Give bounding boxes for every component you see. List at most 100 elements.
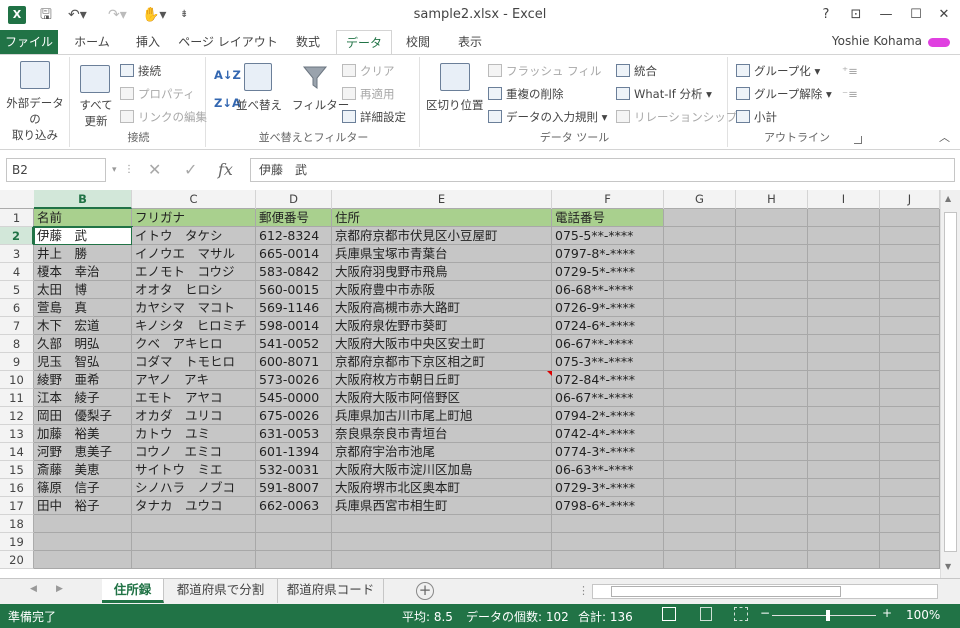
row-header-18[interactable]: 18: [0, 515, 34, 533]
vertical-scrollbar[interactable]: ▲ ▼: [940, 190, 960, 578]
cell-e1[interactable]: 住所: [332, 209, 552, 227]
cell-h17[interactable]: [736, 497, 808, 515]
cell-g8[interactable]: [664, 335, 736, 353]
cell-c14[interactable]: コウノ エミコ: [132, 443, 256, 461]
cell-g10[interactable]: [664, 371, 736, 389]
row-header-17[interactable]: 17: [0, 497, 34, 515]
cell-j2[interactable]: [880, 227, 940, 245]
cell-h16[interactable]: [736, 479, 808, 497]
cancel-edit-icon[interactable]: ✕: [148, 158, 161, 182]
filter-button[interactable]: フィルター: [292, 97, 349, 113]
scroll-up-icon[interactable]: ▲: [945, 194, 951, 203]
cell-e14[interactable]: 京都府宇治市池尾: [332, 443, 552, 461]
cell-h3[interactable]: [736, 245, 808, 263]
cell-g9[interactable]: [664, 353, 736, 371]
cell-f6[interactable]: 0726-9*-****: [552, 299, 664, 317]
cell-d19[interactable]: [256, 533, 332, 551]
cell-e13[interactable]: 奈良県奈良市青垣台: [332, 425, 552, 443]
cell-h12[interactable]: [736, 407, 808, 425]
column-header-g[interactable]: G: [664, 190, 736, 209]
properties-button[interactable]: プロパティ: [120, 86, 195, 102]
insert-function-icon[interactable]: fx: [218, 158, 233, 182]
column-header-f[interactable]: F: [552, 190, 664, 209]
cell-j3[interactable]: [880, 245, 940, 263]
flash-fill-button[interactable]: フラッシュ フィル: [488, 63, 601, 79]
cell-b16[interactable]: 篠原 信子: [34, 479, 132, 497]
sort-az-button[interactable]: A↓Z: [214, 67, 241, 83]
cell-h14[interactable]: [736, 443, 808, 461]
horizontal-scroll-thumb[interactable]: [611, 586, 841, 597]
sheet-tab-address-book[interactable]: 住所録: [102, 579, 164, 603]
column-header-c[interactable]: C: [132, 190, 256, 209]
cell-c8[interactable]: クベ アキヒロ: [132, 335, 256, 353]
remove-duplicates-button[interactable]: 重複の削除: [488, 86, 564, 102]
cell-i13[interactable]: [808, 425, 880, 443]
cell-g17[interactable]: [664, 497, 736, 515]
add-sheet-button[interactable]: +: [416, 582, 434, 600]
cell-e16[interactable]: 大阪府堺市北区奥本町: [332, 479, 552, 497]
cell-e2[interactable]: 京都府京都市伏見区小豆屋町: [332, 227, 552, 245]
cell-f18[interactable]: [552, 515, 664, 533]
confirm-edit-icon[interactable]: ✓: [184, 158, 197, 182]
cell-j17[interactable]: [880, 497, 940, 515]
cell-e9[interactable]: 京都府京都市下京区相之町: [332, 353, 552, 371]
tab-data[interactable]: データ: [336, 30, 392, 55]
cell-c3[interactable]: イノウエ マサル: [132, 245, 256, 263]
cell-f9[interactable]: 075-3**-****: [552, 353, 664, 371]
group-button[interactable]: グループ化 ▾: [736, 63, 820, 79]
row-header-20[interactable]: 20: [0, 551, 34, 569]
prev-sheet-icon[interactable]: ◀: [30, 584, 37, 594]
maximize-button[interactable]: ☐: [902, 5, 930, 25]
ribbon-display-button[interactable]: ⊡: [842, 5, 870, 25]
cell-i8[interactable]: [808, 335, 880, 353]
cell-d2[interactable]: 612-8324: [256, 227, 332, 245]
cell-b18[interactable]: [34, 515, 132, 533]
cell-j18[interactable]: [880, 515, 940, 533]
column-header-j[interactable]: J: [880, 190, 940, 209]
edit-links-button[interactable]: リンクの編集: [120, 109, 207, 125]
row-header-9[interactable]: 9: [0, 353, 34, 371]
cell-i17[interactable]: [808, 497, 880, 515]
cell-d16[interactable]: 591-8007: [256, 479, 332, 497]
cell-j20[interactable]: [880, 551, 940, 569]
cell-c15[interactable]: サイトウ ミエ: [132, 461, 256, 479]
cell-f11[interactable]: 06-67**-****: [552, 389, 664, 407]
cell-c20[interactable]: [132, 551, 256, 569]
row-header-2[interactable]: 2: [0, 227, 34, 245]
cell-i15[interactable]: [808, 461, 880, 479]
cell-e15[interactable]: 大阪府大阪市淀川区加島: [332, 461, 552, 479]
cell-i16[interactable]: [808, 479, 880, 497]
row-header-15[interactable]: 15: [0, 461, 34, 479]
cell-f16[interactable]: 0729-3*-****: [552, 479, 664, 497]
cell-g12[interactable]: [664, 407, 736, 425]
tab-home[interactable]: ホーム: [64, 30, 120, 54]
cell-f13[interactable]: 0742-4*-****: [552, 425, 664, 443]
relationships-button[interactable]: リレーションシップ: [616, 109, 737, 125]
cell-g20[interactable]: [664, 551, 736, 569]
cell-i10[interactable]: [808, 371, 880, 389]
cell-j4[interactable]: [880, 263, 940, 281]
cell-e3[interactable]: 兵庫県宝塚市青葉台: [332, 245, 552, 263]
row-header-13[interactable]: 13: [0, 425, 34, 443]
column-header-d[interactable]: D: [256, 190, 332, 209]
cell-h2[interactable]: [736, 227, 808, 245]
cell-b15[interactable]: 斎藤 美恵: [34, 461, 132, 479]
cell-g13[interactable]: [664, 425, 736, 443]
cell-e6[interactable]: 大阪府高槻市赤大路町: [332, 299, 552, 317]
cell-b5[interactable]: 太田 博: [34, 281, 132, 299]
cell-d10[interactable]: 573-0026: [256, 371, 332, 389]
row-header-1[interactable]: 1: [0, 209, 34, 227]
cell-h9[interactable]: [736, 353, 808, 371]
cell-e11[interactable]: 大阪府大阪市阿倍野区: [332, 389, 552, 407]
row-header-3[interactable]: 3: [0, 245, 34, 263]
clear-button[interactable]: クリア: [342, 63, 395, 79]
column-header-e[interactable]: E: [332, 190, 552, 209]
cell-c2[interactable]: イトウ タケシ: [132, 227, 256, 245]
row-header-10[interactable]: 10: [0, 371, 34, 389]
refresh-all-button[interactable]: すべて 更新: [76, 97, 116, 129]
page-break-view-icon[interactable]: [734, 607, 748, 621]
row-header-5[interactable]: 5: [0, 281, 34, 299]
cell-i18[interactable]: [808, 515, 880, 533]
cell-i20[interactable]: [808, 551, 880, 569]
normal-view-icon[interactable]: [662, 607, 676, 621]
